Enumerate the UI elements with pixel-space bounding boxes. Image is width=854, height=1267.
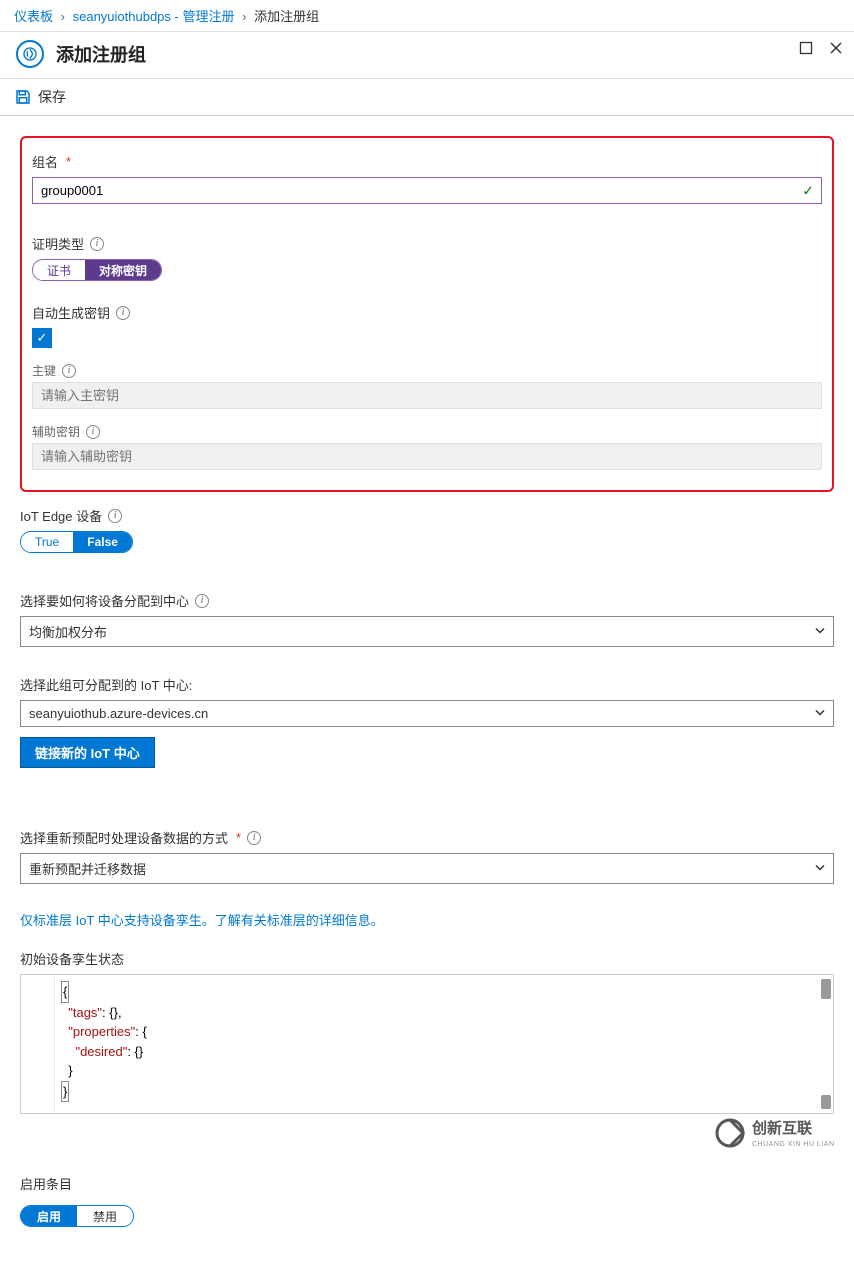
enable-entry-off[interactable]: 禁用 [77, 1206, 133, 1226]
checkmark-icon: ✓ [802, 182, 814, 199]
panel-header: 添加注册组 [0, 32, 854, 79]
twin-support-note[interactable]: 仅标准层 IoT 中心支持设备孪生。了解有关标准层的详细信息。 [20, 910, 834, 929]
info-icon[interactable]: i [108, 509, 122, 523]
enable-entry-on[interactable]: 启用 [21, 1206, 77, 1226]
chevron-right-icon: › [238, 9, 250, 24]
secondary-key-label: 辅助密钥 i [32, 423, 822, 440]
iot-center-label: 选择此组可分配到的 IoT 中心: [20, 675, 834, 694]
auto-generate-checkbox[interactable]: ✓ [32, 328, 52, 348]
toolbar: 保存 [0, 79, 854, 116]
cert-type-symmetric-key[interactable]: 对称密钥 [85, 260, 161, 280]
breadcrumb-current: 添加注册组 [254, 9, 319, 24]
cert-type-certificate[interactable]: 证书 [33, 260, 85, 280]
save-icon[interactable] [14, 88, 32, 106]
enrollment-group-icon [16, 40, 44, 68]
svg-text:创新互联: 创新互联 [751, 1119, 813, 1137]
highlighted-section: 组名* ✓ 证明类型 i 证书 对称密钥 自动生成密钥 i ✓ 主键 [20, 136, 834, 492]
page-title: 添加注册组 [56, 41, 146, 67]
enable-entry-label: 启用条目 [20, 1174, 834, 1193]
breadcrumb: 仪表板 › seanyuiothubdps - 管理注册 › 添加注册组 [0, 0, 854, 32]
cert-type-toggle: 证书 对称密钥 [32, 259, 162, 281]
primary-key-input [32, 382, 822, 409]
group-name-input[interactable] [32, 177, 822, 204]
info-icon[interactable]: i [247, 831, 261, 845]
scrollbar[interactable] [821, 979, 831, 999]
info-icon[interactable]: i [90, 237, 104, 251]
svg-text:CHUANG XIN HU LIAN: CHUANG XIN HU LIAN [752, 1141, 835, 1148]
close-icon[interactable] [828, 40, 844, 56]
group-name-label: 组名* [32, 152, 822, 171]
iot-center-select[interactable]: seanyuiothub.azure-devices.cn [20, 700, 834, 727]
twin-state-label: 初始设备孪生状态 [20, 949, 834, 968]
watermark-logo: 创新互联 CHUANG XIN HU LIAN [714, 1113, 844, 1156]
breadcrumb-dashboard[interactable]: 仪表板 [14, 9, 53, 24]
breadcrumb-resource[interactable]: seanyuiothubdps - 管理注册 [73, 9, 235, 24]
info-icon[interactable]: i [195, 594, 209, 608]
allocation-label: 选择要如何将设备分配到中心 i [20, 591, 834, 610]
twin-state-editor[interactable]: { "tags": {}, "properties": { "desired":… [20, 974, 834, 1114]
save-button[interactable]: 保存 [38, 87, 66, 107]
scrollbar[interactable] [821, 1095, 831, 1109]
iot-edge-label: IoT Edge 设备 i [20, 506, 834, 525]
primary-key-label: 主键 i [32, 362, 822, 379]
restore-window-icon[interactable] [798, 40, 814, 56]
reprovision-select[interactable]: 重新预配并迁移数据 [20, 853, 834, 884]
iot-edge-true[interactable]: True [21, 532, 73, 552]
allocation-select[interactable]: 均衡加权分布 [20, 616, 834, 647]
chevron-right-icon: › [57, 9, 69, 24]
info-icon[interactable]: i [116, 306, 130, 320]
form-content: 组名* ✓ 证明类型 i 证书 对称密钥 自动生成密钥 i ✓ 主键 [0, 116, 854, 1267]
info-icon[interactable]: i [86, 425, 100, 439]
link-new-iot-hub-button[interactable]: 链接新的 IoT 中心 [20, 737, 155, 768]
info-icon[interactable]: i [62, 364, 76, 378]
iot-edge-toggle: True False [20, 531, 133, 553]
cert-type-label: 证明类型 i [32, 234, 822, 253]
enable-entry-toggle: 启用 禁用 [20, 1205, 134, 1227]
reprovision-label: 选择重新预配时处理设备数据的方式* i [20, 828, 834, 847]
auto-generate-label: 自动生成密钥 i [32, 303, 822, 322]
iot-edge-false[interactable]: False [73, 532, 132, 552]
secondary-key-input [32, 443, 822, 470]
